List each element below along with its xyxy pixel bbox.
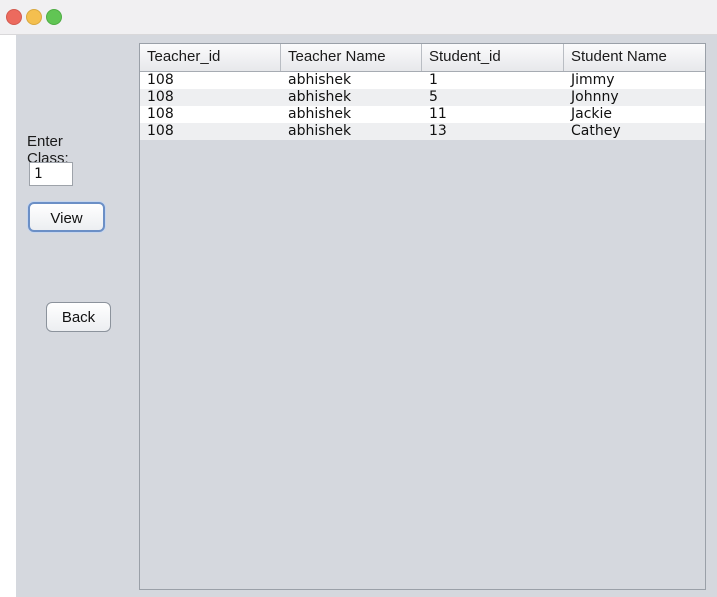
cell-teacher-name: abhishek [288,89,352,105]
cell-teacher-id: 108 [147,89,174,105]
cell-teacher-id: 108 [147,123,174,139]
main-content-pane: Enter Class: View Back Teacher_id Teache… [16,35,717,597]
table-row[interactable]: 108 abhishek 13 Cathey [140,123,705,140]
cell-student-name: Jimmy [571,72,615,88]
table-row[interactable]: 108 abhishek 5 Johnny [140,89,705,106]
back-button[interactable]: Back [46,302,111,332]
minimize-window-button[interactable] [26,9,42,25]
cell-teacher-name: abhishek [288,123,352,139]
table-body: 108 abhishek 1 Jimmy 108 abhishek 5 John… [140,72,705,140]
close-window-button[interactable] [6,9,22,25]
cell-teacher-id: 108 [147,106,174,122]
cell-student-name: Jackie [571,106,613,122]
table-header: Teacher_id Teacher Name Student_id Stude… [140,44,705,72]
column-header-teacher-id[interactable]: Teacher_id [140,44,281,71]
cell-student-id: 1 [429,72,438,88]
cell-student-id: 11 [429,106,447,122]
cell-student-id: 13 [429,123,447,139]
cell-teacher-name: abhishek [288,72,352,88]
table-row[interactable]: 108 abhishek 1 Jimmy [140,72,705,89]
cell-student-id: 5 [429,89,438,105]
cell-teacher-name: abhishek [288,106,352,122]
cell-student-name: Johnny [571,89,619,105]
column-header-student-name[interactable]: Student Name [564,44,705,71]
window-title-bar [0,0,717,35]
table-row[interactable]: 108 abhishek 11 Jackie [140,106,705,123]
class-input[interactable] [29,162,73,186]
cell-teacher-id: 108 [147,72,174,88]
results-table[interactable]: Teacher_id Teacher Name Student_id Stude… [139,43,706,590]
zoom-window-button[interactable] [46,9,62,25]
cell-student-name: Cathey [571,123,621,139]
column-header-student-id[interactable]: Student_id [422,44,564,71]
column-header-teacher-name[interactable]: Teacher Name [281,44,422,71]
view-button[interactable]: View [28,202,105,232]
